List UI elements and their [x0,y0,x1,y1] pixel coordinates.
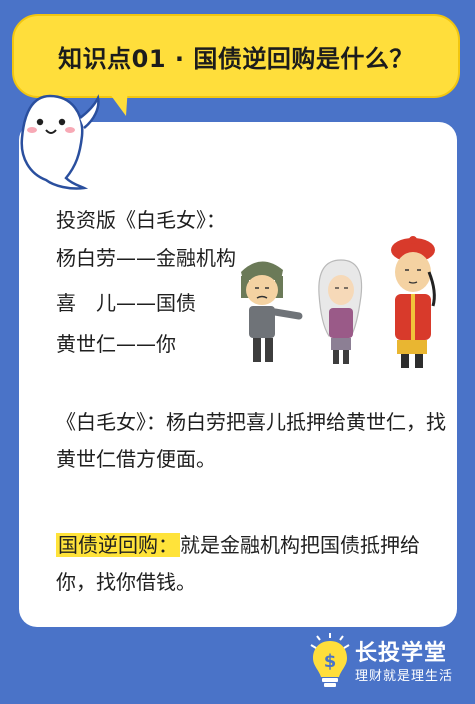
brand-slogan: 理财就是理生活 [355,669,454,684]
mapping-line: 喜 儿——国债 [56,291,196,315]
intro-heading: 投资版《白毛女》： [56,208,226,232]
mapping-line: 杨白劳——金融机构 [56,246,236,270]
title-bubble: 知识点01 · 国债逆回购是什么？ [12,14,460,98]
definition-paragraph: 国债逆回购： 就是金融机构把国债抵押给你，找你借钱。 [56,527,456,601]
mapping-line: 黄世仁——你 [56,332,176,356]
svg-text:$: $ [324,651,337,672]
yang-bailao-figure [241,261,303,362]
xi-er-figure [318,259,363,364]
huang-shiren-figure [391,236,436,368]
lightbulb-icon: $ [310,633,350,687]
bubble-tail [104,86,128,116]
definition-label: 国债逆回购： [56,533,180,557]
story-paragraph: 《白毛女》：杨白劳把喜儿抵押给黄世仁，找黄世仁借方便面。 [56,410,446,471]
characters-illustration [241,236,436,368]
brand-name: 长投学堂 [355,641,448,666]
seal-mascot-icon [20,94,100,190]
page-title: 知识点01 · 国债逆回购是什么？ [58,44,414,73]
brand-footer: $ 长投学堂 理财就是理生活 [303,631,473,695]
